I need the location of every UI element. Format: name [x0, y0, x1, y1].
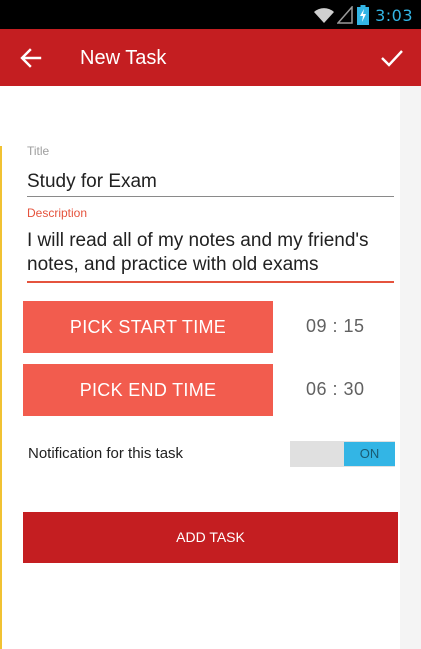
scroll-edge-bottom: [385, 591, 399, 649]
description-label: Description: [27, 206, 88, 220]
arrow-left-icon[interactable]: [18, 45, 44, 71]
scroll-edge-top: [385, 86, 399, 136]
app-bar: New Task: [0, 29, 421, 86]
signal-icon: [337, 6, 353, 24]
form-panel: Title Description I will read all of my …: [0, 86, 400, 649]
pick-start-time-button[interactable]: PICK START TIME: [23, 301, 273, 353]
toggle-thumb: ON: [344, 442, 395, 466]
wifi-icon: [314, 8, 335, 23]
panel-edge-divider: [0, 146, 2, 649]
status-icons: 3:03: [313, 4, 413, 26]
notification-toggle[interactable]: ON: [290, 441, 395, 467]
check-icon[interactable]: [379, 45, 405, 71]
description-input[interactable]: I will read all of my notes and my frien…: [27, 229, 394, 283]
pick-end-time-button[interactable]: PICK END TIME: [23, 364, 273, 416]
start-time-value: 09 : 15: [306, 316, 365, 336]
status-bar: 3:03: [0, 0, 421, 29]
battery-charging-icon: [357, 5, 370, 25]
end-time-value: 06 : 30: [306, 379, 365, 399]
title-label: Title: [27, 144, 50, 158]
notification-label: Notification for this task: [28, 445, 184, 462]
add-task-button[interactable]: ADD TASK: [23, 512, 398, 563]
title-input[interactable]: [27, 167, 394, 197]
status-clock: 3:03: [375, 5, 413, 25]
content-area: Title Description I will read all of my …: [0, 86, 421, 649]
page-title: New Task: [80, 47, 167, 69]
